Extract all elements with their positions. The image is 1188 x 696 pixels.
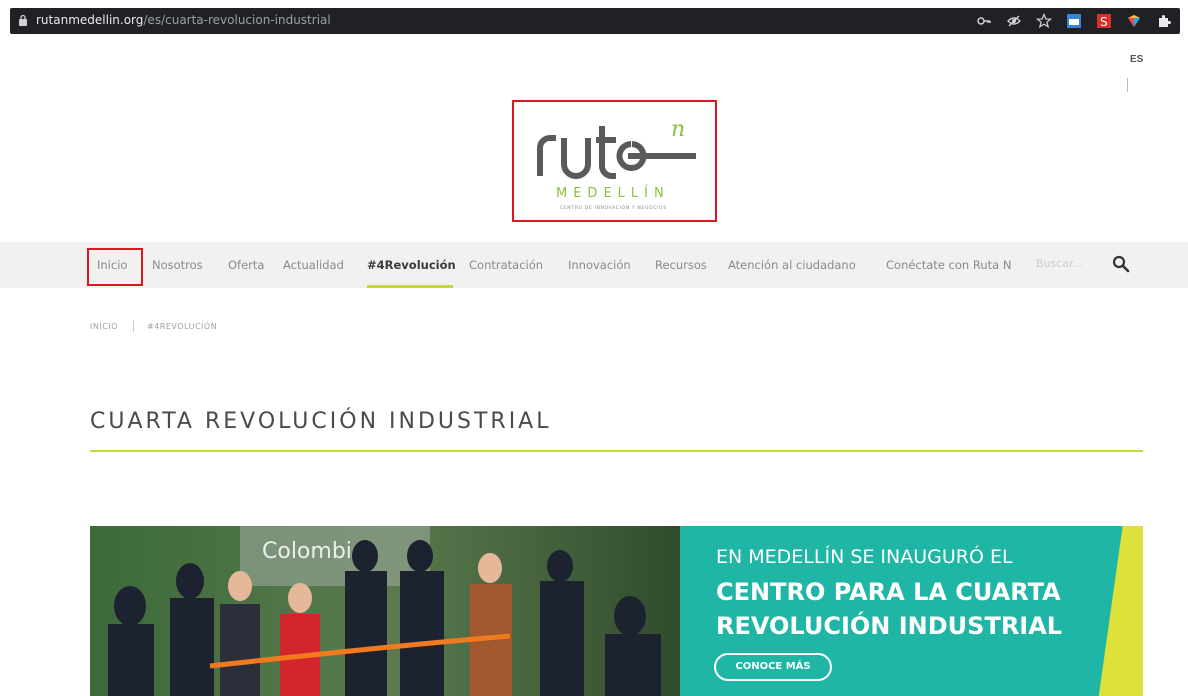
title-divider [90, 450, 1143, 452]
inicio-highlight-box [87, 248, 143, 286]
language-divider [1127, 78, 1128, 92]
logo-city: MEDELLÍN [556, 185, 670, 201]
svg-text:S: S [1100, 15, 1108, 29]
breadcrumb-separator [133, 320, 134, 332]
url-domain: rutanmedellin.org [36, 13, 144, 27]
nav-item-nosotros[interactable]: Nosotros [152, 258, 203, 272]
url-text: rutanmedellin.org/es/cuarta-revolucion-i… [36, 13, 331, 27]
extension-red-s-icon[interactable]: S [1096, 13, 1112, 29]
ruta-n-logo[interactable]: n MEDELLÍN CENTRO DE INNOVACIÓN Y NEGOCI… [512, 100, 717, 222]
search-icon[interactable] [1112, 255, 1130, 273]
nav-item-oferta[interactable]: Oferta [228, 258, 264, 272]
language-selector[interactable]: ES [1130, 54, 1143, 65]
banner-headline-line1: EN MEDELLÍN SE INAUGURÓ EL [716, 546, 1013, 568]
extension-color-icon[interactable] [1126, 13, 1142, 29]
nav-item-4revolucion[interactable]: #4Revolución [367, 258, 456, 272]
page-title: CUARTA REVOLUCIÓN INDUSTRIAL [90, 409, 552, 434]
banner-headline-line3: REVOLUCIÓN INDUSTRIAL [716, 612, 1063, 640]
browser-address-bar: rutanmedellin.org/es/cuarta-revolucion-i… [0, 0, 1188, 41]
conoce-mas-button[interactable]: CONOCE MÁS [714, 653, 832, 681]
nav-item-atencion-ciudadano[interactable]: Atención al ciudadano [728, 258, 856, 272]
browser-toolbar-icons: S [976, 11, 1172, 31]
url-field[interactable]: rutanmedellin.org/es/cuarta-revolucion-i… [10, 8, 1180, 34]
breadcrumb-current: #4REVOLUCIÓN [147, 322, 218, 331]
nav-item-contratacion[interactable]: Contratación [469, 258, 543, 272]
search-input[interactable]: Buscar... [1036, 257, 1096, 270]
logo-superscript: n [671, 117, 685, 142]
banner-headline-line2: CENTRO PARA LA CUARTA [716, 578, 1061, 606]
lock-icon [19, 14, 27, 26]
photo-sign-text: Colombia [262, 539, 365, 564]
breadcrumb-inicio[interactable]: INICIO [90, 322, 118, 331]
star-icon[interactable] [1036, 13, 1052, 29]
eye-off-icon[interactable] [1006, 13, 1022, 29]
nav-item-recursos[interactable]: Recursos [655, 258, 707, 272]
nav-active-indicator [367, 285, 453, 288]
nav-item-actualidad[interactable]: Actualidad [283, 258, 344, 272]
ruta-n-logo-graphic: n MEDELLÍN CENTRO DE INNOVACIÓN Y NEGOCI… [537, 117, 696, 211]
nav-item-conectate[interactable]: Conéctate con Ruta N [886, 258, 1011, 272]
extension-blue-icon[interactable] [1066, 13, 1082, 29]
key-icon[interactable] [976, 13, 992, 29]
nav-item-innovacion[interactable]: Innovación [568, 258, 631, 272]
ribbon-cutting-photo: Colombia [90, 526, 690, 696]
hero-banner[interactable]: Colombia EN MEDELLÍN SE INAUGURÓ EL CENT… [90, 526, 1143, 696]
url-path: /es/cuarta-revolucion-industrial [143, 13, 331, 27]
logo-tagline: CENTRO DE INNOVACIÓN Y NEGOCIOS [560, 204, 667, 211]
puzzle-icon[interactable] [1156, 13, 1172, 29]
